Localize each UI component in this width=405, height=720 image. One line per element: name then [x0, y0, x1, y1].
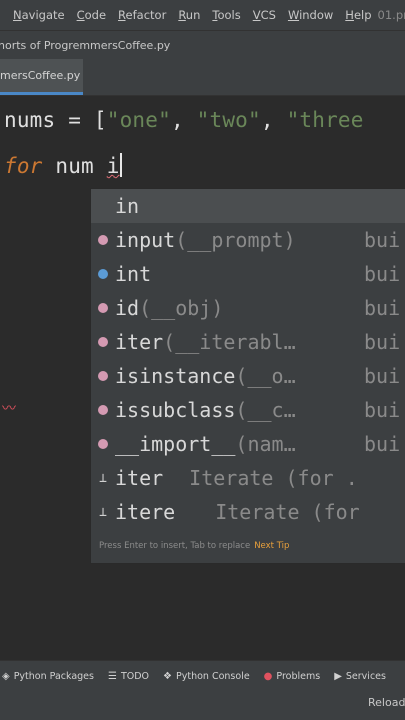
- menu-run[interactable]: Run: [172, 8, 206, 22]
- completion-item[interactable]: issubclass (__c… bui: [91, 393, 405, 427]
- status-line: Reloadi: [0, 690, 405, 720]
- function-icon: [98, 303, 108, 313]
- menu-navigate[interactable]: Navigate: [0, 8, 71, 22]
- services-button[interactable]: ▶ Services: [334, 671, 386, 682]
- tab-active-file[interactable]: mersCoffee.py ×: [0, 59, 83, 95]
- window-file-name: 01.png: [377, 8, 405, 22]
- menu-refactor[interactable]: Refactor: [112, 8, 172, 22]
- services-icon: ▶: [334, 670, 342, 682]
- completion-hint: Press Enter to insert, Tab to replace Nex…: [99, 541, 290, 551]
- menu-code[interactable]: Code: [71, 8, 112, 22]
- todo-button[interactable]: ☰ TODO: [108, 671, 149, 682]
- completion-item[interactable]: ⊥ iter Iterate (for .: [91, 461, 405, 495]
- menu-window[interactable]: Window: [282, 8, 339, 22]
- function-icon: [98, 235, 108, 245]
- class-icon: [98, 269, 108, 279]
- error-squiggle-icon: 〰: [2, 401, 16, 417]
- typed-text: i: [106, 154, 120, 178]
- code-line-1: nums = ["one", "two", "three: [4, 108, 364, 132]
- next-tip-link[interactable]: Next Tip: [254, 541, 289, 551]
- breadcrumb-path[interactable]: horts of ProgremmersCoffee.py: [0, 39, 170, 52]
- function-icon: [98, 337, 108, 347]
- packages-icon: ◈: [2, 670, 10, 682]
- completion-item[interactable]: isinstance (__o… bui: [91, 359, 405, 393]
- menu-bar: Navigate Code Refactor Run Tools VCS Win…: [0, 0, 405, 30]
- text-caret: [119, 153, 122, 177]
- completion-item[interactable]: ⊥ itere Iterate (for: [91, 495, 405, 529]
- menu-tools[interactable]: Tools: [206, 8, 246, 22]
- breadcrumb: horts of ProgremmersCoffee.py: [0, 30, 405, 60]
- python-console-icon: ❖: [163, 670, 172, 682]
- tool-window-bar: ◈ Python Packages ☰ TODO ❖ Python Console ●…: [0, 660, 405, 691]
- python-console-button[interactable]: ❖ Python Console: [163, 671, 250, 682]
- tab-label: mersCoffee.py: [0, 69, 81, 82]
- editor-tab-bar: mersCoffee.py ×: [0, 59, 405, 96]
- completion-item[interactable]: input (__prompt) bui: [91, 223, 405, 257]
- python-packages-button[interactable]: ◈ Python Packages: [2, 671, 94, 682]
- reloading-status: Reloadi: [368, 696, 405, 709]
- menu-vcs[interactable]: VCS: [247, 8, 282, 22]
- problems-button[interactable]: ● Problems: [264, 671, 321, 682]
- code-completion-popup: in input (__prompt) bui int bui id (__obj)…: [90, 188, 405, 564]
- completion-item[interactable]: in: [91, 189, 405, 223]
- completion-item[interactable]: int bui: [91, 257, 405, 291]
- completion-item[interactable]: id (__obj) bui: [91, 291, 405, 325]
- function-icon: [98, 405, 108, 415]
- function-icon: [98, 371, 108, 381]
- function-icon: [98, 439, 108, 449]
- live-template-icon: ⊥: [99, 504, 107, 520]
- live-template-icon: ⊥: [99, 470, 107, 486]
- completion-item[interactable]: iter (__iterabl… bui: [91, 325, 405, 359]
- todo-icon: ☰: [107, 670, 117, 682]
- menu-help[interactable]: Help: [339, 8, 377, 22]
- code-line-2: for num i: [4, 153, 122, 178]
- completion-item[interactable]: __import__ (nam… bui: [91, 427, 405, 461]
- problems-icon: ●: [263, 670, 273, 682]
